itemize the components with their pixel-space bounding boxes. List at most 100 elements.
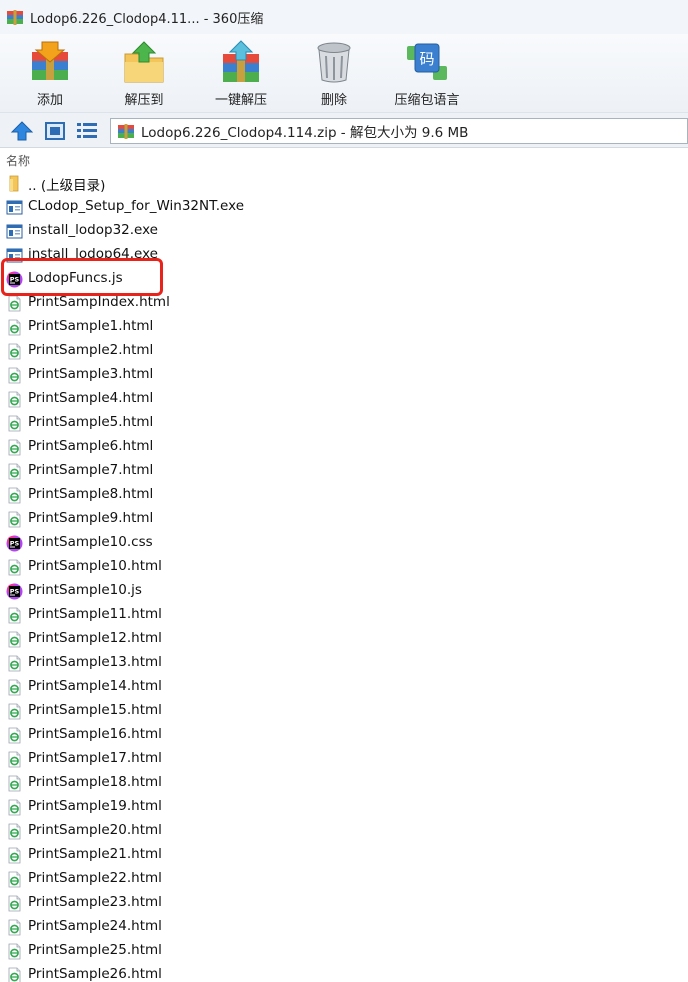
file-row[interactable]: PrintSample23.html: [0, 891, 688, 915]
file-name: PrintSample7.html: [28, 462, 154, 478]
file-row[interactable]: PrintSample22.html: [0, 867, 688, 891]
html-icon: [6, 487, 23, 504]
file-name: PrintSample14.html: [28, 678, 162, 694]
file-row[interactable]: PrintSample25.html: [0, 939, 688, 963]
file-name: PrintSample20.html: [28, 822, 162, 838]
file-row[interactable]: PS PrintSample10.js: [0, 579, 688, 603]
file-row[interactable]: PrintSample18.html: [0, 771, 688, 795]
archive-app-icon: [7, 10, 23, 25]
html-icon: [6, 295, 23, 312]
file-row[interactable]: PrintSample2.html: [0, 339, 688, 363]
file-row[interactable]: PrintSample16.html: [0, 723, 688, 747]
column-header: 名称: [0, 149, 688, 169]
file-row[interactable]: install_lodop32.exe: [0, 219, 688, 243]
file-name: install_lodop32.exe: [28, 222, 158, 238]
file-name: PrintSample3.html: [28, 366, 154, 382]
file-row[interactable]: PrintSample12.html: [0, 627, 688, 651]
svg-text:PS: PS: [10, 540, 20, 548]
file-name: PrintSample15.html: [28, 702, 162, 718]
file-row[interactable]: PrintSample5.html: [0, 411, 688, 435]
file-name: PrintSample21.html: [28, 846, 162, 862]
file-row[interactable]: PrintSample6.html: [0, 435, 688, 459]
extract-to-label: 解压到: [124, 93, 164, 108]
view-icons-button[interactable]: [43, 120, 67, 142]
file-row[interactable]: install_lodop64.exe: [0, 243, 688, 267]
file-row[interactable]: PrintSample26.html: [0, 963, 688, 982]
path-field[interactable]: Lodop6.226_Clodop4.114.zip - 解包大小为 9.6 M…: [110, 118, 688, 144]
svg-text:PS: PS: [10, 276, 20, 284]
one-click-extract-label: 一键解压: [214, 93, 268, 108]
encoding-label: 压缩包语言: [394, 93, 460, 108]
file-name: PrintSample25.html: [28, 942, 162, 958]
svg-text:PS: PS: [10, 588, 20, 596]
large-icons-view-icon: [45, 122, 65, 140]
column-name-header[interactable]: 名称: [6, 152, 30, 169]
html-icon: [6, 967, 23, 982]
file-name: PrintSample2.html: [28, 342, 154, 358]
file-name: PrintSample18.html: [28, 774, 162, 790]
file-row[interactable]: PrintSample9.html: [0, 507, 688, 531]
file-row[interactable]: PrintSample24.html: [0, 915, 688, 939]
file-row[interactable]: CLodop_Setup_for_Win32NT.exe: [0, 195, 688, 219]
file-name: CLodop_Setup_for_Win32NT.exe: [28, 198, 244, 214]
html-icon: [6, 655, 23, 672]
file-row[interactable]: PrintSample17.html: [0, 747, 688, 771]
file-name: PrintSample16.html: [28, 726, 162, 742]
file-name: PrintSample22.html: [28, 870, 162, 886]
file-row[interactable]: PrintSample1.html: [0, 315, 688, 339]
file-row[interactable]: PrintSample21.html: [0, 843, 688, 867]
file-name: PrintSample10.css: [28, 534, 153, 550]
file-name: PrintSample23.html: [28, 894, 162, 910]
file-name: PrintSample6.html: [28, 438, 154, 454]
html-icon: [6, 775, 23, 792]
svg-text:码: 码: [419, 50, 434, 68]
file-name: PrintSample1.html: [28, 318, 154, 334]
up-button[interactable]: [10, 120, 34, 142]
file-name: PrintSample24.html: [28, 918, 162, 934]
file-row[interactable]: PrintSample11.html: [0, 603, 688, 627]
file-row[interactable]: PrintSample3.html: [0, 363, 688, 387]
one-click-extract-button[interactable]: 一键解压: [188, 34, 294, 112]
encoding-icon: 码: [407, 43, 447, 80]
file-name: PrintSample19.html: [28, 798, 162, 814]
file-row[interactable]: PrintSample4.html: [0, 387, 688, 411]
file-row[interactable]: PS LodopFuncs.js: [0, 267, 688, 291]
file-name: install_lodop64.exe: [28, 246, 158, 262]
file-row[interactable]: PrintSample10.html: [0, 555, 688, 579]
list-view-icon: [77, 123, 97, 138]
file-row[interactable]: PrintSample14.html: [0, 675, 688, 699]
file-row[interactable]: PrintSample7.html: [0, 459, 688, 483]
file-name: PrintSample5.html: [28, 414, 154, 430]
html-icon: [6, 871, 23, 888]
file-row[interactable]: PrintSample8.html: [0, 483, 688, 507]
file-row[interactable]: PrintSampIndex.html: [0, 291, 688, 315]
file-row[interactable]: PrintSample20.html: [0, 819, 688, 843]
file-row[interactable]: PrintSample19.html: [0, 795, 688, 819]
folder-icon: [6, 175, 23, 192]
html-icon: [6, 511, 23, 528]
file-name: PrintSample13.html: [28, 654, 162, 670]
html-icon: [6, 631, 23, 648]
file-row[interactable]: .. (上级目录): [0, 171, 688, 195]
file-name: PrintSample12.html: [28, 630, 162, 646]
html-icon: [6, 727, 23, 744]
html-icon: [6, 919, 23, 936]
add-button[interactable]: 添加: [0, 34, 100, 112]
file-name: PrintSample9.html: [28, 510, 154, 526]
view-list-button[interactable]: [75, 120, 99, 142]
delete-label: 删除: [320, 93, 348, 108]
toolbar: 添加 解压到 一键解压 删除 码 压缩包语言: [0, 34, 688, 112]
encoding-button[interactable]: 码 压缩包语言: [374, 34, 480, 112]
html-icon: [6, 391, 23, 408]
html-icon: [6, 319, 23, 336]
html-icon: [6, 439, 23, 456]
trash-icon: [317, 42, 351, 83]
file-row[interactable]: PrintSample13.html: [0, 651, 688, 675]
html-icon: [6, 799, 23, 816]
delete-button[interactable]: 删除: [294, 34, 374, 112]
html-icon: [6, 607, 23, 624]
file-name: PrintSample4.html: [28, 390, 154, 406]
file-row[interactable]: PrintSample15.html: [0, 699, 688, 723]
extract-to-button[interactable]: 解压到: [100, 34, 188, 112]
file-row[interactable]: PS PrintSample10.css: [0, 531, 688, 555]
